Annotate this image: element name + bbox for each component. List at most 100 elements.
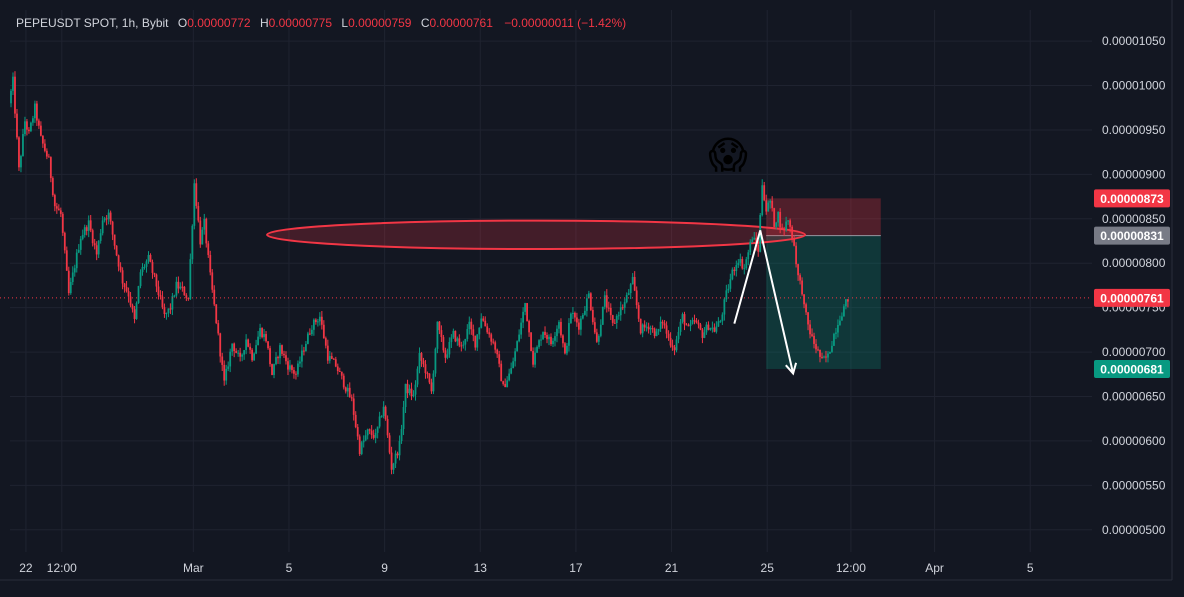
candle-body <box>508 373 511 381</box>
candle-body <box>277 357 279 359</box>
candle-body <box>14 76 16 114</box>
candle-body <box>342 375 345 388</box>
candle-body <box>464 338 467 345</box>
candle-body <box>538 340 540 347</box>
candle-body <box>36 103 38 121</box>
candle-body <box>79 238 82 250</box>
candle-body <box>731 269 734 280</box>
candle-body <box>643 324 646 328</box>
candle-body <box>271 364 273 375</box>
candle-body <box>717 321 720 327</box>
resistance-ellipse[interactable] <box>266 219 807 251</box>
candle-body <box>641 324 644 334</box>
candle-body <box>404 383 407 408</box>
candle-body <box>617 315 620 317</box>
candle-body <box>819 349 821 357</box>
candle-body <box>193 183 196 226</box>
candle-body <box>370 430 373 436</box>
candle-body <box>71 272 74 282</box>
candle-body <box>799 275 801 281</box>
candle-body <box>532 350 534 365</box>
x-tick-label: Mar <box>183 561 204 575</box>
legend-open-value: 0.00000772 <box>187 16 251 30</box>
candle-body <box>322 324 325 339</box>
candle-body <box>145 261 148 267</box>
candle-body <box>554 336 556 341</box>
candle-body <box>422 360 425 365</box>
candle-body <box>683 314 686 325</box>
candle-body <box>655 331 658 337</box>
candle-body <box>135 303 138 319</box>
candle-body <box>703 332 706 338</box>
candle-body <box>295 373 297 375</box>
candle-body <box>833 333 835 346</box>
target-price-badge: 0.00000681 <box>1100 362 1164 376</box>
candle-body <box>528 321 530 333</box>
candle-body <box>93 243 96 246</box>
y-tick-label: 0.00000850 <box>1102 212 1166 226</box>
candle-body <box>476 334 479 348</box>
candle-body <box>412 394 415 397</box>
candle-body <box>478 327 481 335</box>
candle-body <box>609 307 612 316</box>
candle-body <box>500 363 503 382</box>
candle-body <box>436 321 439 349</box>
candle-body <box>564 343 566 354</box>
candle-body <box>328 356 331 361</box>
candle-body <box>37 120 40 126</box>
candle-body <box>458 338 461 346</box>
candle-body <box>336 366 339 372</box>
candle-body <box>589 293 592 310</box>
candle-body <box>556 328 558 337</box>
candle-body <box>416 368 419 385</box>
candle-body <box>251 349 254 361</box>
candle-body <box>67 270 70 294</box>
candle-body <box>408 388 411 394</box>
candle-body <box>109 212 112 222</box>
candle-body <box>605 295 608 308</box>
ellipse-shape[interactable] <box>266 219 807 251</box>
candle-body <box>380 416 383 418</box>
candle-body <box>63 232 66 251</box>
candle-body <box>797 264 799 276</box>
candle-body <box>695 320 698 323</box>
candle-body <box>657 328 660 332</box>
candle-body <box>189 259 192 299</box>
candle-body <box>65 250 68 271</box>
candle-body <box>87 220 90 231</box>
candle-body <box>151 262 154 273</box>
candle-body <box>705 324 708 333</box>
candle-body <box>125 287 128 292</box>
candle-body <box>739 259 742 263</box>
candle-body <box>57 208 60 211</box>
candle-body <box>430 382 433 392</box>
candle-body <box>771 200 774 209</box>
candle-body <box>577 322 580 330</box>
chart-root[interactable]: 0.00001050 0.00001000 0.00000950 0.00000900… <box>0 0 1184 592</box>
candle-body <box>502 381 505 384</box>
candle-body <box>420 353 423 361</box>
candle-body <box>316 321 319 323</box>
candle-body <box>675 339 678 351</box>
candle-body <box>460 345 463 347</box>
candle-body <box>426 373 429 375</box>
candle-body <box>390 452 393 470</box>
x-tick-label: Apr <box>925 561 944 575</box>
price-chart[interactable]: 0.00001050 0.00001000 0.00000950 0.00000900… <box>0 0 1184 592</box>
y-tick-label: 0.00000600 <box>1102 434 1166 448</box>
x-tick-label: 12:00 <box>47 561 77 575</box>
candle-body <box>807 312 809 325</box>
candle-body <box>572 313 574 315</box>
candle-body <box>303 350 305 352</box>
candle-body <box>402 407 405 430</box>
position-tool[interactable] <box>766 198 881 369</box>
candle-body <box>77 249 80 253</box>
candle-body <box>619 307 622 316</box>
candle-body <box>595 332 598 342</box>
candle-body <box>265 334 267 342</box>
x-tick-label: 25 <box>761 561 775 575</box>
take-profit-zone[interactable] <box>766 235 881 369</box>
candle-body <box>542 331 544 340</box>
candle-body <box>362 440 365 443</box>
candle-body <box>243 350 246 355</box>
